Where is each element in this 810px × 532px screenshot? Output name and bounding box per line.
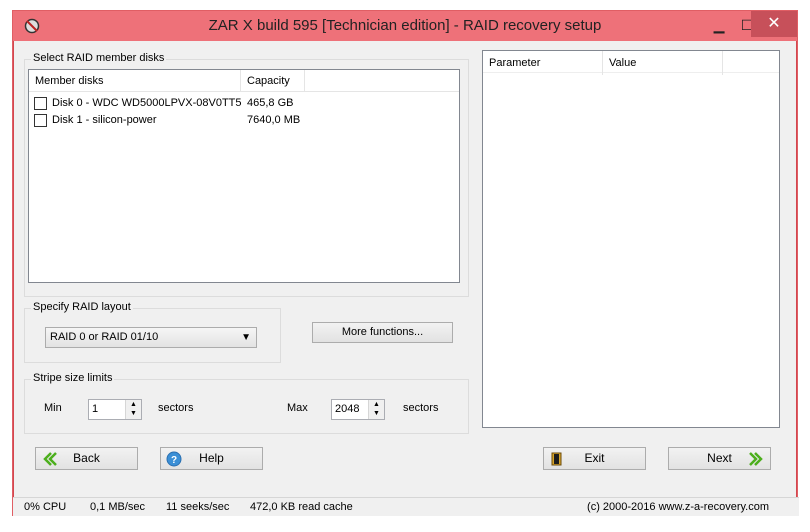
disk-capacity: 465,8 GB xyxy=(247,97,294,109)
status-bar: 0% CPU 0,1 MB/sec 11 seeks/sec 472,0 KB … xyxy=(13,497,799,516)
spin-down-icon[interactable]: ▼ xyxy=(130,410,137,418)
member-disks-header: Member disks Capacity xyxy=(29,70,459,92)
status-seeks: 11 seeks/sec xyxy=(166,501,230,513)
raid-layout-selected: RAID 0 or RAID 01/10 xyxy=(50,331,159,343)
next-arrow-icon xyxy=(749,452,763,466)
help-icon: ? xyxy=(166,451,182,467)
status-cache: 472,0 KB read cache xyxy=(250,501,353,513)
column-parameter[interactable]: Parameter xyxy=(483,51,603,75)
exit-button-label: Exit xyxy=(584,451,605,465)
status-rate: 0,1 MB/sec xyxy=(90,501,146,513)
help-button[interactable]: ? Help xyxy=(160,447,263,470)
title-bar[interactable]: ZAR X build 595 [Technician edition] - R… xyxy=(13,11,797,41)
disk-name: Disk 0 - WDC WD5000LPVX-08V0TT5 xyxy=(52,97,242,109)
next-button[interactable]: Next xyxy=(668,447,771,470)
back-button-label: Back xyxy=(73,451,100,465)
svg-text:?: ? xyxy=(171,455,177,466)
back-button[interactable]: Back xyxy=(35,447,138,470)
disk-1-checkbox[interactable] xyxy=(34,114,47,127)
back-arrow-icon xyxy=(43,452,57,466)
min-stripe-spinner[interactable]: 1 ▲ ▼ xyxy=(88,399,142,420)
parameter-list-header: Parameter Value xyxy=(483,51,779,75)
max-stripe-spinner[interactable]: 2048 ▲ ▼ xyxy=(331,399,385,420)
minimize-button[interactable]: ▁ xyxy=(705,15,733,35)
chevron-down-icon: ▼ xyxy=(241,332,251,343)
max-stripe-updown[interactable]: ▲ ▼ xyxy=(368,400,384,419)
spin-up-icon[interactable]: ▲ xyxy=(373,401,380,409)
help-button-label: Help xyxy=(199,451,224,465)
max-label: Max xyxy=(287,402,308,414)
raid-layout-select[interactable]: RAID 0 or RAID 01/10 ▼ xyxy=(45,327,257,348)
column-member-disks[interactable]: Member disks xyxy=(29,70,241,92)
raid-layout-group-label: Specify RAID layout xyxy=(31,301,133,313)
disk-capacity: 7640,0 MB xyxy=(247,114,301,126)
spin-down-icon[interactable]: ▼ xyxy=(373,410,380,418)
exit-door-icon xyxy=(551,452,562,466)
more-functions-button[interactable]: More functions... xyxy=(312,322,453,343)
spin-up-icon[interactable]: ▲ xyxy=(130,401,137,409)
max-stripe-value: 2048 xyxy=(335,403,360,415)
exit-button[interactable]: Exit xyxy=(543,447,646,470)
max-unit-label: sectors xyxy=(403,402,439,414)
next-button-label: Next xyxy=(707,451,732,465)
client-area: Select RAID member disks Member disks Ca… xyxy=(21,41,791,507)
raid-layout-group: Specify RAID layout RAID 0 or RAID 01/10… xyxy=(24,301,281,363)
stripe-size-group: Stripe size limits Min 1 ▲ ▼ sectors Max… xyxy=(24,372,469,434)
status-copyright: (c) 2000-2016 www.z-a-recovery.com xyxy=(587,501,769,513)
member-disks-group: Select RAID member disks Member disks Ca… xyxy=(24,52,469,297)
app-window: ZAR X build 595 [Technician edition] - R… xyxy=(12,10,799,516)
min-stripe-updown[interactable]: ▲ ▼ xyxy=(125,400,141,419)
window-title: ZAR X build 595 [Technician edition] - R… xyxy=(208,17,602,34)
column-value[interactable]: Value xyxy=(603,51,723,75)
member-disks-list[interactable]: Member disks Capacity Disk 0 - WDC WD500… xyxy=(28,69,460,283)
parameter-list[interactable]: Parameter Value xyxy=(482,50,780,428)
disk-name: Disk 1 - silicon-power xyxy=(52,114,157,126)
min-stripe-value: 1 xyxy=(92,403,99,415)
disk-row[interactable]: Disk 1 - silicon-power 7640,0 MB xyxy=(29,112,459,129)
stripe-size-group-label: Stripe size limits xyxy=(31,372,115,384)
min-label: Min xyxy=(44,402,62,414)
column-capacity[interactable]: Capacity xyxy=(241,70,305,92)
disk-row[interactable]: Disk 0 - WDC WD5000LPVX-08V0TT5 465,8 GB xyxy=(29,95,459,112)
min-unit-label: sectors xyxy=(158,402,194,414)
disk-0-checkbox[interactable] xyxy=(34,97,47,110)
status-cpu: 0% CPU xyxy=(24,501,67,513)
member-disks-group-label: Select RAID member disks xyxy=(31,52,167,64)
close-button[interactable]: ✕ xyxy=(751,11,797,37)
